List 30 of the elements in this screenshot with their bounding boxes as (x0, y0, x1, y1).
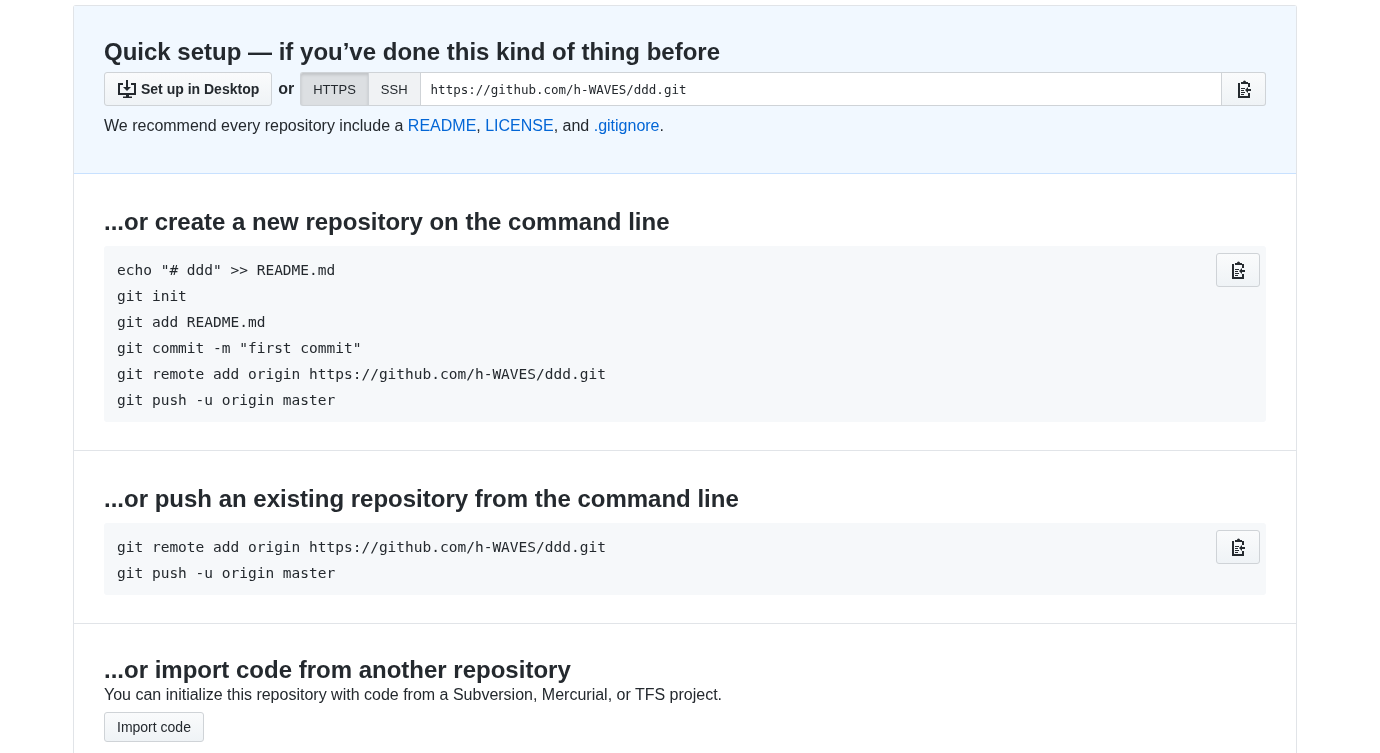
recommendation-text: We recommend every repository include a README, LICENSE, and .gitignore. (104, 117, 665, 135)
section-title: ...or import code from another repository (104, 655, 572, 685)
section-title: ...or push an existing repository from the command line (104, 484, 740, 514)
code-line: git remote add origin https://github.com/h-WAVES/ddd.git (117, 538, 606, 557)
copy-button[interactable] (1216, 530, 1260, 564)
or-label: or (278, 80, 295, 98)
text-link[interactable]: README (407, 117, 477, 134)
clipboard-icon (1235, 80, 1252, 98)
copy-button[interactable] (1222, 72, 1266, 106)
code-line: git init (117, 287, 188, 306)
copy-button[interactable] (1216, 253, 1260, 287)
import-description: You can initialize this repository with code from a Subversion, Mercurial, or TFS project. (104, 686, 724, 704)
protocol-tab[interactable]: HTTPS (300, 72, 368, 106)
code-line: git commit -m "first commit" (117, 339, 363, 358)
download-icon (117, 80, 137, 98)
protocol-tab[interactable]: SSH (367, 72, 420, 106)
code-line: git add README.md (117, 313, 267, 332)
section-title: Quick setup — if you’ve done this kind of thing before (104, 37, 722, 67)
text-link[interactable]: .gitignore (593, 117, 660, 134)
text-link[interactable]: LICENSE (485, 117, 554, 134)
clipboard-icon (1230, 538, 1246, 556)
code-line: git remote add origin https://github.com/h-WAVES/ddd.git (117, 365, 606, 384)
clone-url-field[interactable]: https://github.com/h-WAVES/ddd.git (419, 72, 1222, 106)
code-line: git push -u origin master (117, 564, 337, 583)
clipboard-icon (1230, 261, 1246, 279)
import-code-button[interactable]: Import code (104, 712, 204, 742)
section-title: ...or create a new repository on the command line (104, 207, 671, 237)
code-line: echo "# ddd" >> README.md (117, 261, 337, 280)
desktop-button[interactable]: Set up in Desktop (104, 72, 273, 106)
code-line: git push -u origin master (117, 391, 337, 410)
